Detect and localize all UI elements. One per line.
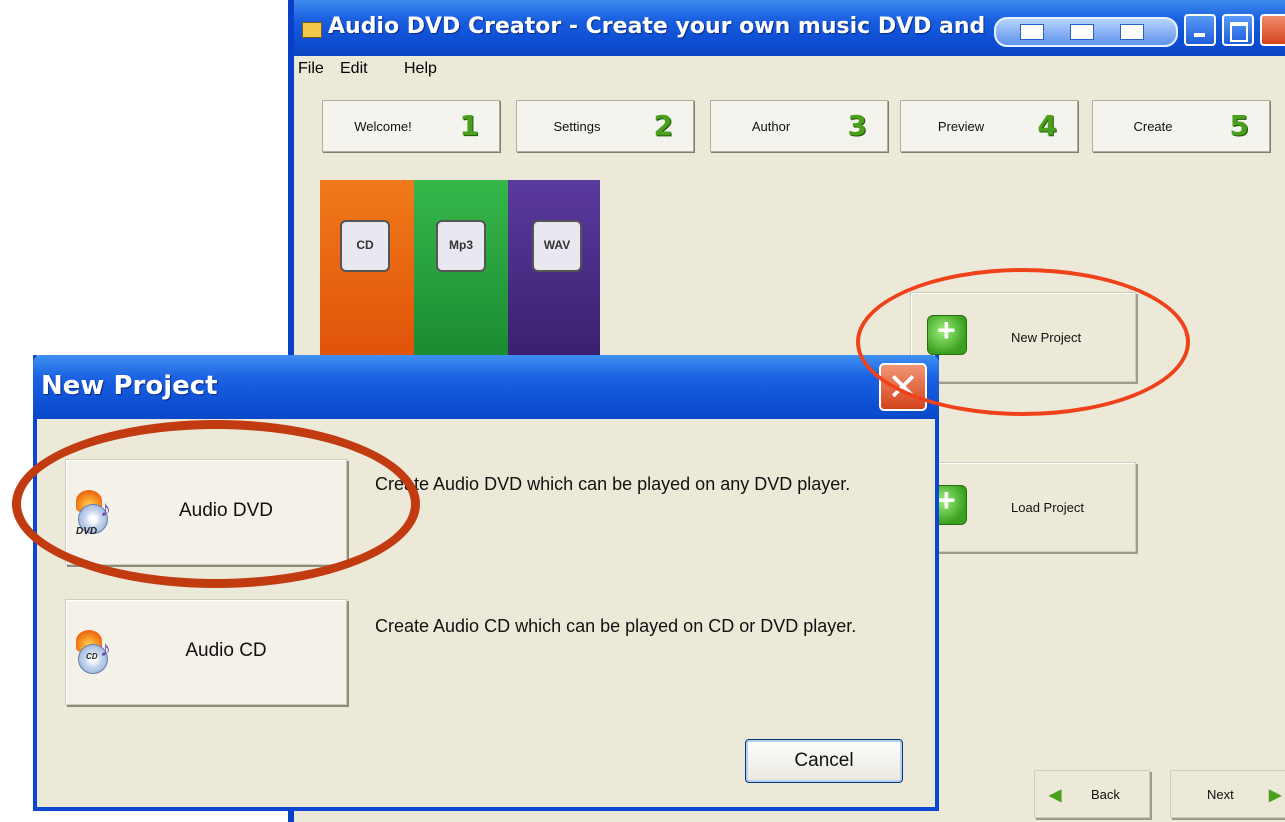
close-window-button[interactable] (1260, 14, 1285, 46)
step-label: Preview (937, 119, 985, 134)
new-project-icon (927, 312, 967, 355)
step-number-icon: 5 (1229, 109, 1249, 142)
audio-dvd-label: Audio DVD (179, 500, 273, 521)
back-arrow-icon: ◀ (1049, 787, 1062, 804)
step-preview-button[interactable]: Preview 4 (900, 100, 1078, 152)
step-number-icon: 4 (1037, 109, 1057, 142)
new-project-dialog: New Project ✕ ♪ DVD Audio DVD Create Aud… (33, 355, 939, 811)
audio-dvd-description: Create Audio DVD which can be played on … (375, 474, 851, 494)
menu-bar: File Edit Help (294, 56, 1285, 82)
step-number-icon: 1 (459, 109, 479, 142)
mp3-format-icon: Mp3 (436, 220, 486, 272)
tray-icon[interactable] (1120, 24, 1144, 40)
next-arrow-icon: ▶ (1269, 787, 1282, 804)
dialog-title-bar[interactable]: New Project ✕ (33, 355, 939, 419)
step-settings-button[interactable]: Settings 2 (516, 100, 694, 152)
wav-format-icon: WAV (532, 220, 582, 272)
tray-icon[interactable] (1020, 24, 1044, 40)
audio-dvd-button[interactable]: ♪ DVD Audio DVD (65, 459, 347, 565)
minimize-button[interactable] (1184, 14, 1216, 46)
step-label: Create (1133, 119, 1173, 134)
dvd-tag: DVD (76, 526, 98, 537)
step-label: Settings (553, 119, 601, 134)
cd-format-icon: CD (340, 220, 390, 272)
maximize-button[interactable] (1222, 14, 1254, 46)
back-button[interactable]: ◀ Back (1034, 770, 1150, 818)
audio-cd-button[interactable]: ♪ CD Audio CD (65, 599, 347, 705)
welcome-banner: CD Mp3 WAV (320, 180, 600, 360)
back-label: Back (1091, 787, 1120, 802)
main-title-bar[interactable]: Audio DVD Creator - Create your own musi… (294, 0, 1285, 56)
tray-icon[interactable] (1070, 24, 1094, 40)
step-welcome-button[interactable]: Welcome! 1 (322, 100, 500, 152)
next-label: Next (1207, 787, 1234, 802)
menu-edit[interactable]: Edit (340, 60, 368, 78)
cancel-button[interactable]: Cancel (745, 739, 903, 783)
dialog-close-button[interactable]: ✕ (879, 363, 927, 411)
step-label: Author (751, 119, 791, 134)
audio-cd-description: Create Audio CD which can be played on C… (375, 616, 857, 636)
wizard-steps: Welcome! 1 Settings 2 Author 3 Preview 4… (294, 100, 1285, 158)
step-number-icon: 2 (653, 109, 673, 142)
step-label: Welcome! (354, 119, 412, 134)
step-author-button[interactable]: Author 3 (710, 100, 888, 152)
dialog-title: New Project (41, 371, 218, 401)
app-icon (302, 22, 322, 38)
audio-cd-label: Audio CD (185, 640, 267, 661)
load-project-button[interactable]: Load Project (910, 462, 1136, 552)
window-title: Audio DVD Creator - Create your own musi… (328, 14, 986, 39)
next-button[interactable]: Next ▶ (1170, 770, 1285, 818)
menu-file[interactable]: File (298, 60, 324, 78)
new-project-button[interactable]: New Project (910, 292, 1136, 382)
load-project-label: Load Project (1011, 500, 1084, 515)
step-create-button[interactable]: Create 5 (1092, 100, 1270, 152)
new-project-label: New Project (1011, 330, 1082, 345)
step-number-icon: 3 (847, 109, 867, 142)
menu-help[interactable]: Help (404, 60, 437, 78)
language-bar[interactable] (994, 17, 1178, 47)
